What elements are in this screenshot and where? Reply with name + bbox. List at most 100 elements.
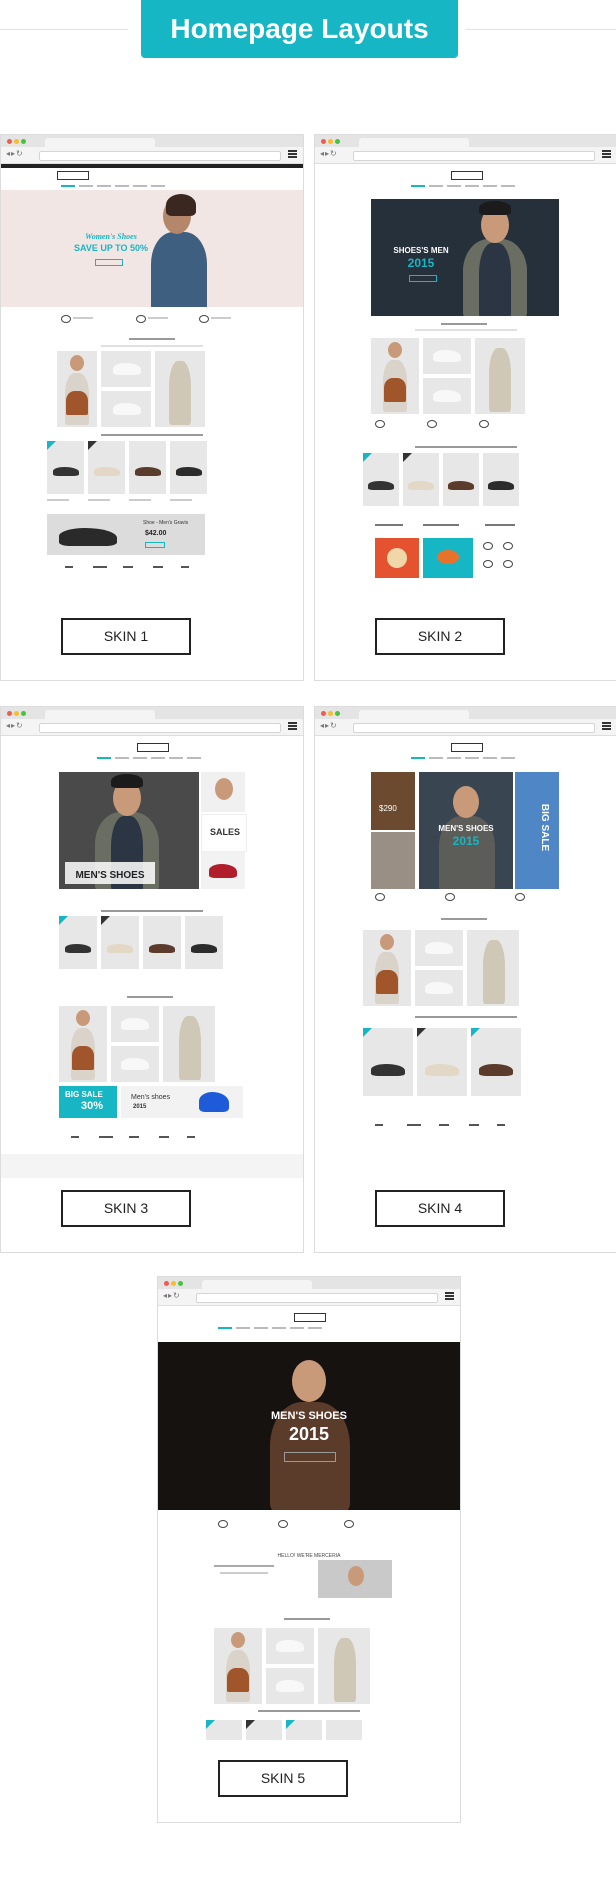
browser-tab <box>359 710 469 719</box>
skin-card-2[interactable]: ◂▸↻ SHOES'S MEN 2015 SKIN 2 <box>314 134 616 681</box>
header-divider-right <box>466 29 616 30</box>
browser-navbar: ◂▸↻ <box>1 719 303 736</box>
skin-card-5[interactable]: ◂▸↻ MEN'S SHOES 2015 HELLO! WE'RE MERCER… <box>157 1276 461 1823</box>
mens-shoes: Men's shoes <box>131 1094 171 1101</box>
browser-tab <box>45 710 155 719</box>
big-sale-percent: 30% <box>81 1100 104 1112</box>
minimize-dot-icon <box>14 139 19 144</box>
site-logo <box>294 1313 326 1322</box>
skin-4-button[interactable]: SKIN 4 <box>375 1190 505 1227</box>
address-bar <box>196 1293 438 1303</box>
hero-year: 2015 <box>407 256 435 270</box>
site-preview: SHOES'S MEN 2015 <box>315 168 616 680</box>
browser-titlebar <box>315 707 616 719</box>
maximize-dot-icon <box>21 139 26 144</box>
site-logo-row <box>315 740 616 754</box>
hero-title: MEN'S SHOES <box>438 824 494 833</box>
nav-arrows-icon: ◂▸↻ <box>163 1291 181 1300</box>
big-sale-vertical: BIG SALE <box>539 803 551 852</box>
site-preview: MEN'S SHOES SALES BIG SALE 30% Men's sho… <box>1 740 303 1252</box>
nav-arrows-icon: ◂▸↻ <box>6 721 24 730</box>
hero-subtitle: SAVE UP TO 50% <box>73 243 149 253</box>
site-menu <box>1 754 303 762</box>
minimize-dot-icon <box>328 711 333 716</box>
hamburger-menu-icon <box>445 1292 454 1301</box>
skin-card-1[interactable]: ◂▸↻ Women's Shoes SAVE UP TO 50% Shoe - … <box>0 134 304 681</box>
minimize-dot-icon <box>171 1281 176 1286</box>
site-preview: $290 MEN'S SHOES 2015 BIG SALE <box>315 740 616 1252</box>
hamburger-menu-icon <box>602 722 611 731</box>
skin-5-button[interactable]: SKIN 5 <box>218 1760 348 1797</box>
page-title: Homepage Layouts <box>141 0 458 58</box>
maximize-dot-icon <box>21 711 26 716</box>
hello-title: HELLO! WE'RE MERCERIA <box>277 1553 341 1559</box>
nav-arrows-icon: ◂▸↻ <box>320 149 338 158</box>
site-menu <box>158 1324 460 1332</box>
promo-price: $42.00 <box>145 530 167 537</box>
close-dot-icon <box>7 139 12 144</box>
site-logo-row <box>158 1310 460 1324</box>
site-logo-row <box>315 168 616 182</box>
hero-year: 2015 <box>288 1424 330 1444</box>
side-price: $290 <box>379 804 397 813</box>
address-bar <box>39 151 281 161</box>
hero-year: 2015 <box>452 834 480 848</box>
browser-navbar: ◂▸↻ <box>1 147 303 164</box>
close-dot-icon <box>7 711 12 716</box>
hero-banner: SHOES'S MEN 2015 <box>371 199 559 316</box>
minimize-dot-icon <box>14 711 19 716</box>
address-bar <box>353 723 595 733</box>
browser-navbar: ◂▸↻ <box>158 1289 460 1306</box>
side-title: SALES <box>210 827 241 837</box>
site-menu <box>315 754 616 762</box>
promo-label: Shoe - Men's Gravis <box>143 520 189 526</box>
skin-1-button[interactable]: SKIN 1 <box>61 618 191 655</box>
hero-banner: MEN'S SHOES 2015 <box>158 1342 460 1510</box>
site-logo-row <box>1 168 303 182</box>
site-preview: Women's Shoes SAVE UP TO 50% Shoe - Men'… <box>1 164 303 680</box>
maximize-dot-icon <box>178 1281 183 1286</box>
address-bar <box>39 723 281 733</box>
site-logo <box>451 171 483 180</box>
skin-2-button[interactable]: SKIN 2 <box>375 618 505 655</box>
skin-3-button[interactable]: SKIN 3 <box>61 1190 191 1227</box>
hero-title: MEN'S SHOES <box>75 870 145 881</box>
nav-arrows-icon: ◂▸↻ <box>6 149 24 158</box>
close-dot-icon <box>321 139 326 144</box>
browser-navbar: ◂▸↻ <box>315 147 616 164</box>
hamburger-menu-icon <box>602 150 611 159</box>
browser-navbar: ◂▸↻ <box>315 719 616 736</box>
hero-title: SHOES'S MEN <box>393 246 449 255</box>
site-menu <box>1 182 303 190</box>
hero-title: Women's Shoes <box>85 232 137 241</box>
site-logo <box>57 171 89 180</box>
browser-titlebar <box>1 135 303 147</box>
skin-card-4[interactable]: ◂▸↻ $290 MEN'S SHOES 2015 BIG SALE SKIN … <box>314 706 616 1253</box>
site-logo-row <box>1 740 303 754</box>
browser-tab <box>45 138 155 147</box>
mens-year: 2015 <box>133 1104 147 1110</box>
hero-banner: Women's Shoes SAVE UP TO 50% <box>1 190 303 307</box>
browser-titlebar <box>1 707 303 719</box>
hamburger-menu-icon <box>288 722 297 731</box>
hero-banner: MEN'S SHOES 2015 <box>419 772 513 889</box>
close-dot-icon <box>164 1281 169 1286</box>
header-divider-left <box>0 29 128 30</box>
browser-titlebar <box>315 135 616 147</box>
hero-banner: MEN'S SHOES <box>59 772 199 889</box>
skin-card-3[interactable]: ◂▸↻ MEN'S SHOES SALES BIG SALE 30% Men's… <box>0 706 304 1253</box>
nav-arrows-icon: ◂▸↻ <box>320 721 338 730</box>
maximize-dot-icon <box>335 139 340 144</box>
minimize-dot-icon <box>328 139 333 144</box>
site-logo <box>137 743 169 752</box>
hamburger-menu-icon <box>288 150 297 159</box>
browser-tab <box>202 1280 312 1289</box>
hero-title: MEN'S SHOES <box>271 1410 347 1422</box>
site-logo <box>451 743 483 752</box>
maximize-dot-icon <box>335 711 340 716</box>
site-preview: MEN'S SHOES 2015 HELLO! WE'RE MERCERIA <box>158 1310 460 1822</box>
browser-titlebar <box>158 1277 460 1289</box>
big-sale: BIG SALE <box>65 1090 103 1099</box>
browser-tab <box>359 138 469 147</box>
site-menu <box>315 182 616 190</box>
